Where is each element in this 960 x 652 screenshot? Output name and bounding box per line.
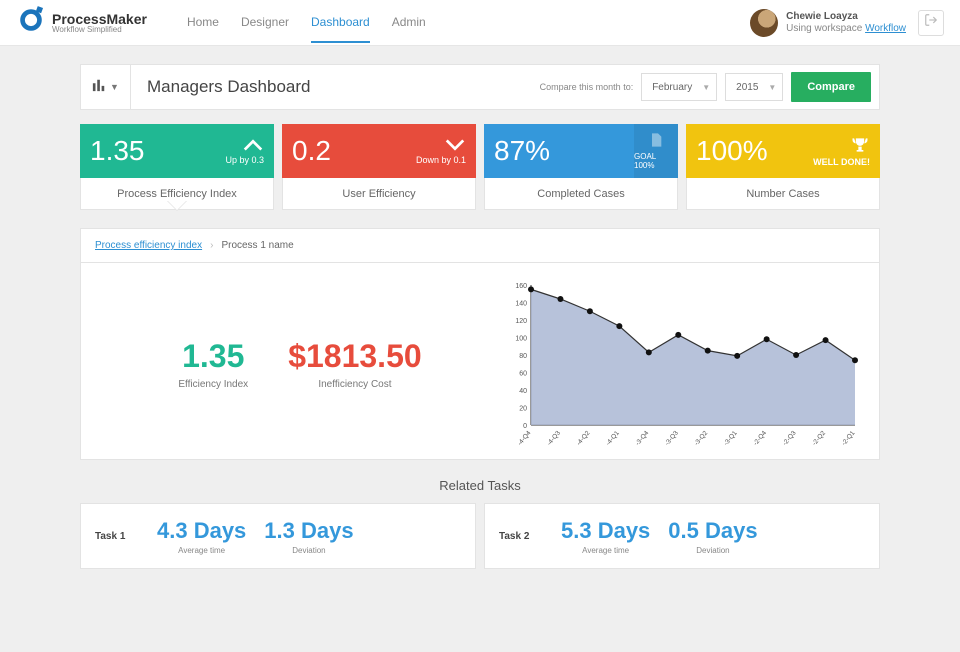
svg-text:-3-Q4: -3-Q4 (634, 429, 650, 447)
chevron-down-icon: ▼ (702, 83, 710, 92)
year-select[interactable]: 2015 ▼ (725, 73, 783, 101)
chevron-down-icon: ▼ (768, 83, 776, 92)
detail-panel: Process efficiency index › Process 1 nam… (80, 228, 880, 460)
metric-value: $1813.50 (288, 338, 421, 375)
kpi-label: User Efficiency (282, 178, 476, 210)
year-value: 2015 (736, 82, 758, 93)
document-icon (648, 132, 664, 152)
brand-tagline: Workflow Simplified (52, 26, 147, 34)
task-name: Task 2 (499, 531, 543, 542)
arrow-up-icon (225, 137, 264, 153)
workspace-link[interactable]: Workflow (865, 23, 906, 34)
compare-button[interactable]: Compare (791, 72, 871, 102)
metric-inefficiency-cost: $1813.50 Inefficiency Cost (288, 338, 421, 390)
kpi-value: 0.2 (292, 135, 331, 167)
logo-icon (16, 5, 46, 40)
chevron-right-icon: › (210, 240, 213, 251)
kpi-value: 87% (494, 135, 550, 167)
svg-text:140: 140 (515, 301, 527, 308)
related-tasks-title: Related Tasks (80, 478, 880, 493)
logout-icon (924, 13, 938, 32)
nav-designer[interactable]: Designer (241, 3, 289, 43)
metric-value: 1.35 (178, 338, 248, 375)
svg-text:160: 160 (515, 283, 527, 290)
svg-text:-3-Q3: -3-Q3 (664, 429, 680, 447)
svg-text:-2-Q1: -2-Q1 (840, 429, 856, 447)
user-workspace: Using workspace Workflow (786, 23, 906, 35)
task-avg: 4.3 Days Average time (157, 518, 246, 555)
user-text: Chewie Loayza Using workspace Workflow (786, 11, 906, 35)
kpi-row: 1.35 Up by 0.3 Process Efficiency Index … (80, 124, 880, 210)
kpi-number-cases[interactable]: 100% WELL DONE! Number Cases (686, 124, 880, 210)
title-bar: ▼ Managers Dashboard Compare this month … (80, 64, 880, 110)
kpi-value: 100% (696, 135, 768, 167)
svg-text:-2-Q2: -2-Q2 (811, 429, 827, 447)
metric-label: Inefficiency Cost (288, 379, 421, 390)
user-name: Chewie Loayza (786, 11, 906, 23)
svg-text:-3-Q2: -3-Q2 (693, 429, 709, 447)
detail-metrics: 1.35 Efficiency Index $1813.50 Inefficie… (99, 279, 501, 449)
main-nav: Home Designer Dashboard Admin (187, 3, 426, 43)
nav-dashboard[interactable]: Dashboard (311, 3, 370, 43)
kpi-completed-cases[interactable]: 87% GOAL 100% Completed Cases (484, 124, 678, 210)
top-bar: ProcessMaker Workflow Simplified Home De… (0, 0, 960, 46)
metric-efficiency-index: 1.35 Efficiency Index (178, 338, 248, 390)
task-dev: 1.3 Days Deviation (264, 518, 353, 555)
svg-text:120: 120 (515, 318, 527, 325)
arrow-down-icon (416, 137, 466, 153)
kpi-delta: Up by 0.3 (225, 155, 264, 165)
svg-text:0: 0 (523, 423, 527, 430)
task-name: Task 1 (95, 531, 139, 542)
svg-text:-2-Q4: -2-Q4 (752, 429, 768, 447)
user-block[interactable]: Chewie Loayza Using workspace Workflow (750, 9, 906, 37)
avatar (750, 9, 778, 37)
svg-text:-4-Q2: -4-Q2 (575, 429, 591, 447)
task-avg: 5.3 Days Average time (561, 518, 650, 555)
logout-button[interactable] (918, 10, 944, 36)
kpi-label: Completed Cases (484, 178, 678, 210)
svg-text:100: 100 (515, 336, 527, 343)
compare-label: Compare this month to: (540, 82, 634, 92)
month-value: February (652, 82, 692, 93)
kpi-badge: WELL DONE! (813, 157, 870, 167)
crumb-current: Process 1 name (221, 240, 293, 251)
month-select[interactable]: February ▼ (641, 73, 717, 101)
task-dev: 0.5 Days Deviation (668, 518, 757, 555)
chevron-down-icon: ▼ (110, 82, 119, 92)
task-card[interactable]: Task 2 5.3 Days Average time 0.5 Days De… (484, 503, 880, 569)
bar-chart-icon (92, 78, 106, 97)
svg-text:20: 20 (519, 406, 527, 413)
svg-text:80: 80 (519, 353, 527, 360)
task-card[interactable]: Task 1 4.3 Days Average time 1.3 Days De… (80, 503, 476, 569)
svg-text:-4-Q4: -4-Q4 (516, 429, 532, 447)
kpi-delta: Down by 0.1 (416, 155, 466, 165)
nav-home[interactable]: Home (187, 3, 219, 43)
kpi-label: Process Efficiency Index (80, 178, 274, 210)
brand-name: ProcessMaker (52, 12, 147, 26)
related-tasks: Task 1 4.3 Days Average time 1.3 Days De… (80, 503, 880, 569)
trend-chart: 0 20 40 60 80 100 120 140 160 -4-Q4 -4-Q3 -4-Q2 -4-Q… (501, 279, 861, 449)
metric-label: Efficiency Index (178, 379, 248, 390)
svg-text:40: 40 (519, 388, 527, 395)
kpi-value: 1.35 (90, 135, 145, 167)
svg-text:-4-Q1: -4-Q1 (605, 429, 621, 447)
kpi-process-efficiency[interactable]: 1.35 Up by 0.3 Process Efficiency Index (80, 124, 274, 210)
dashboard-type-picker[interactable]: ▼ (81, 64, 131, 110)
svg-text:60: 60 (519, 371, 527, 378)
breadcrumb: Process efficiency index › Process 1 nam… (81, 229, 879, 263)
svg-text:-2-Q3: -2-Q3 (782, 429, 798, 447)
logo[interactable]: ProcessMaker Workflow Simplified (16, 5, 147, 40)
logo-text: ProcessMaker Workflow Simplified (52, 12, 147, 34)
svg-text:-3-Q1: -3-Q1 (723, 429, 739, 447)
nav-admin[interactable]: Admin (392, 3, 426, 43)
crumb-root[interactable]: Process efficiency index (95, 240, 202, 251)
svg-text:-4-Q3: -4-Q3 (546, 429, 562, 447)
page-title: Managers Dashboard (147, 77, 310, 97)
kpi-goal: GOAL 100% (634, 124, 678, 178)
kpi-user-efficiency[interactable]: 0.2 Down by 0.1 User Efficiency (282, 124, 476, 210)
trophy-icon (813, 135, 870, 155)
kpi-label: Number Cases (686, 178, 880, 210)
